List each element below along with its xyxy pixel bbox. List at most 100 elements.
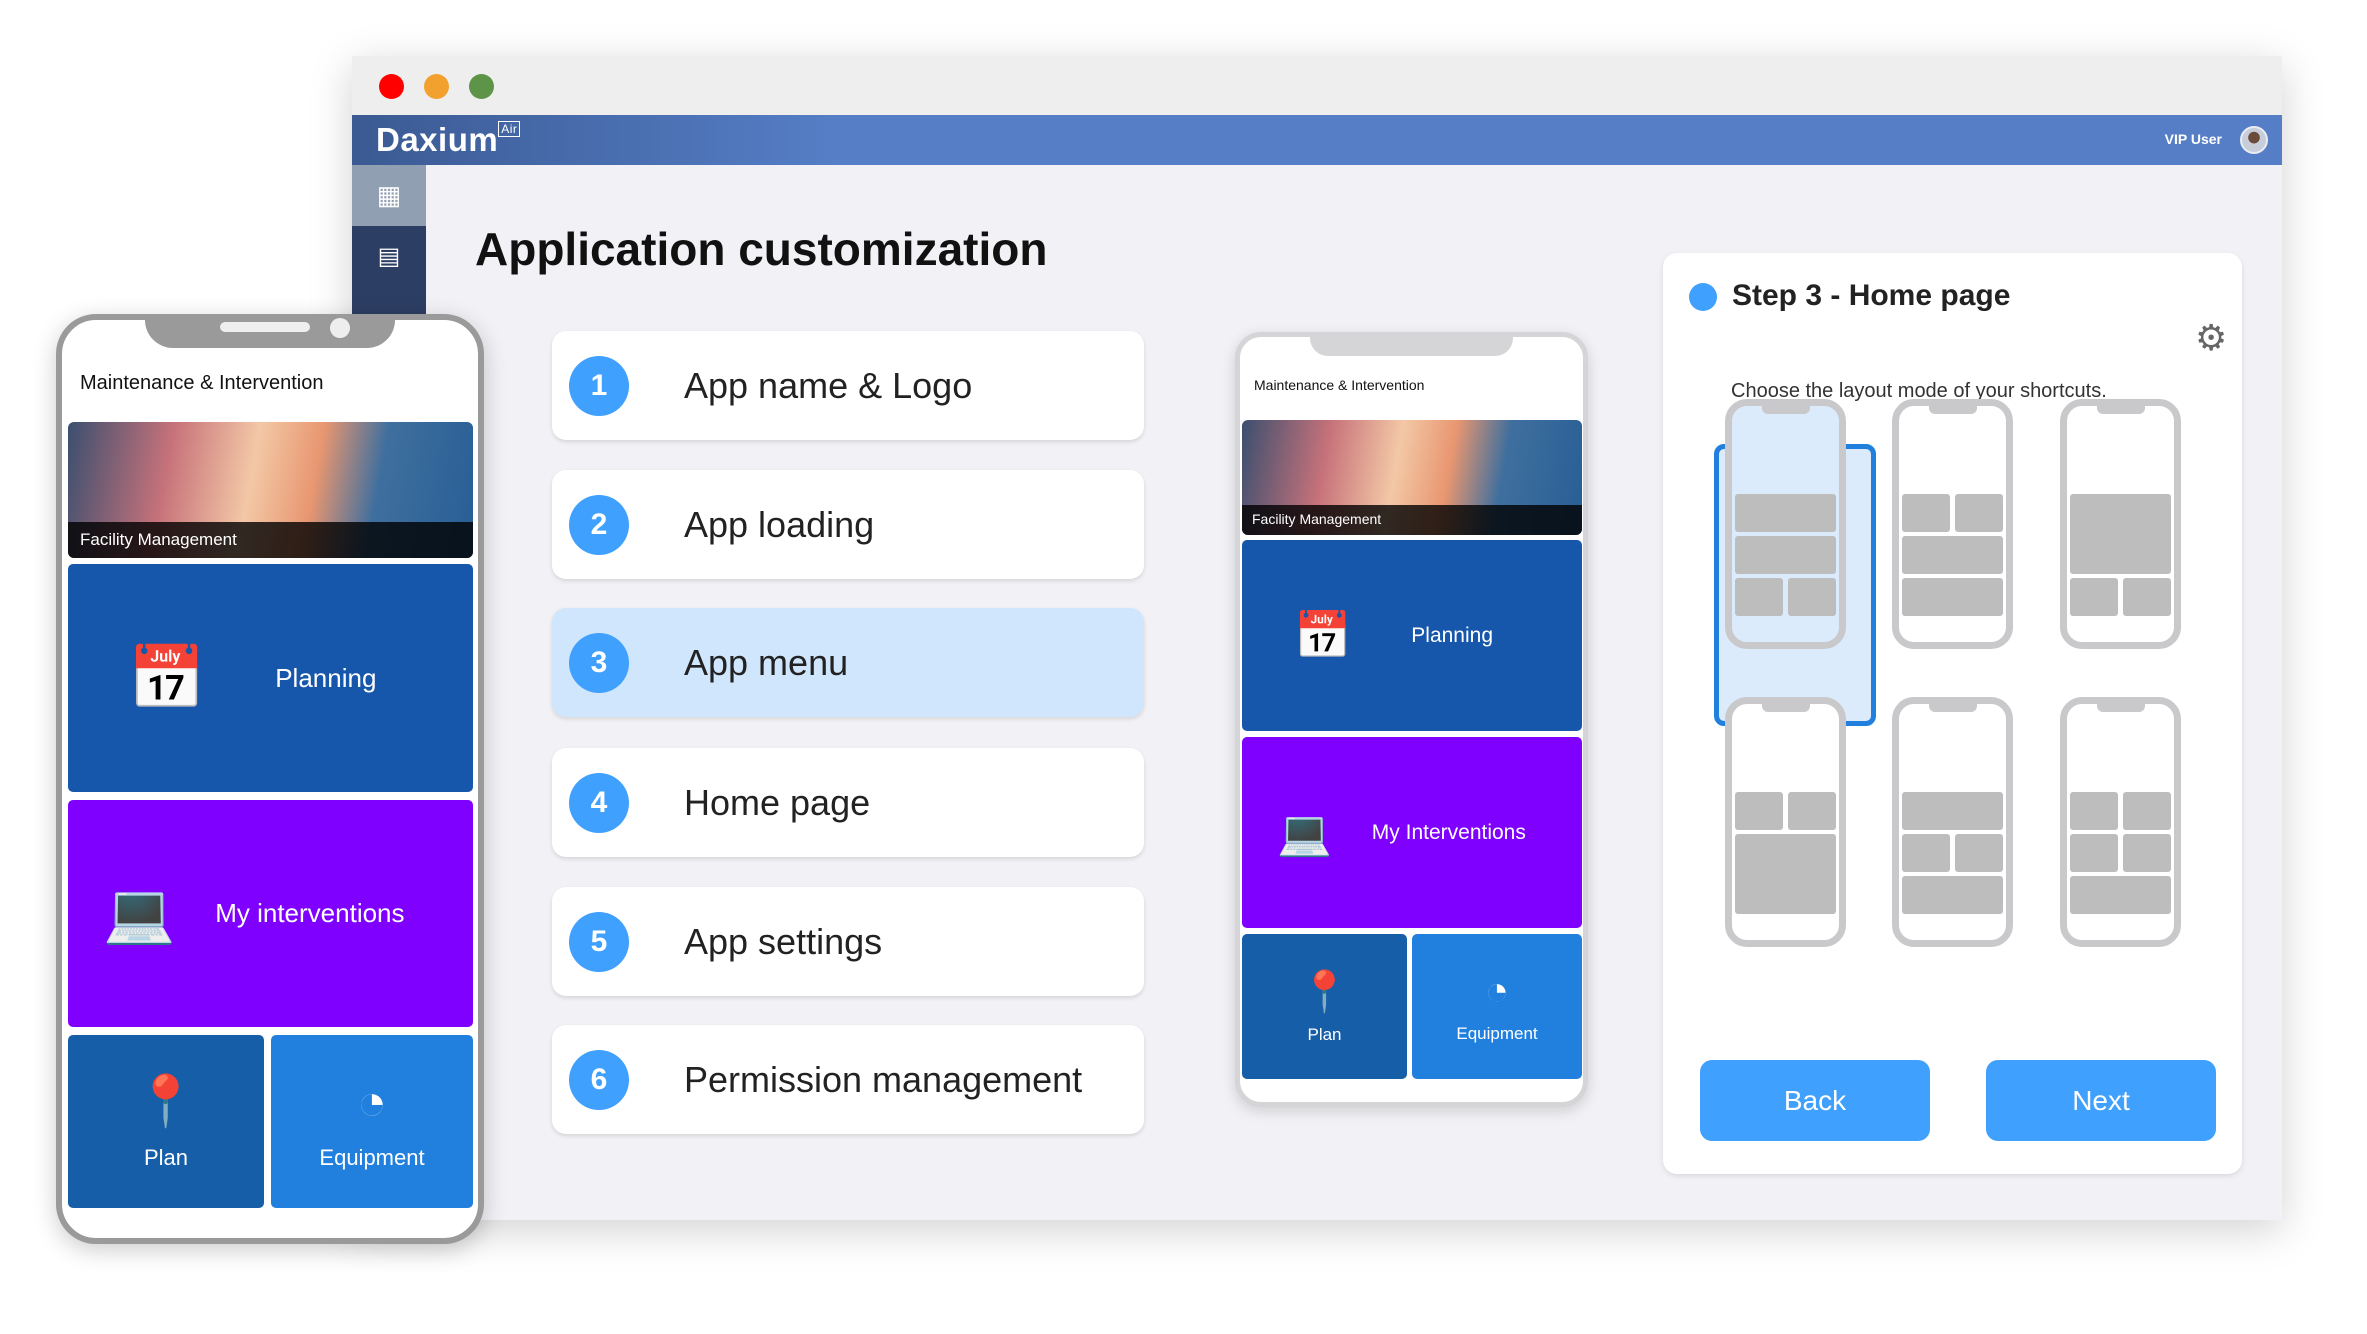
speaker xyxy=(220,322,310,332)
banner-caption: Facility Management xyxy=(68,522,473,558)
laptop-warning-icon: 💻 xyxy=(103,880,176,946)
layout-option-3[interactable] xyxy=(2060,399,2181,649)
panel-title: Step 3 - Home page xyxy=(1732,279,2011,312)
app-header: Daxium Air VIP User xyxy=(352,115,2282,165)
layout-option-4[interactable] xyxy=(1725,697,1846,947)
thumb-notch xyxy=(1762,703,1810,712)
layout-block xyxy=(1902,494,1950,532)
phone-app-title: Maintenance & Intervention xyxy=(80,372,324,394)
gear-icon[interactable]: ⚙ xyxy=(2195,317,2227,359)
back-button[interactable]: Back xyxy=(1700,1060,1930,1141)
phone-preview: Maintenance & Intervention Facility Mana… xyxy=(1235,332,1588,1107)
banner-image: Facility Management xyxy=(1242,420,1582,535)
avatar[interactable] xyxy=(2240,126,2268,154)
layout-block xyxy=(1902,578,2003,616)
step-number: 1 xyxy=(569,355,629,416)
tile-label: Plan xyxy=(1307,1025,1342,1044)
layout-option-1[interactable] xyxy=(1725,399,1846,649)
tile-equipment[interactable]: ◔ Equipment xyxy=(271,1035,473,1208)
tile-plan[interactable]: 📍 Plan xyxy=(1242,934,1407,1079)
layout-block xyxy=(1955,834,2003,872)
step-label: App loading xyxy=(684,503,875,545)
tile-label: Planning xyxy=(275,662,377,693)
tile-equipment[interactable]: ◔ Equipment xyxy=(1412,934,1582,1079)
layout-option-6[interactable] xyxy=(2060,697,2181,947)
step-4[interactable]: 4 Home page xyxy=(552,748,1144,857)
step-label: Home page xyxy=(684,781,871,823)
banner-caption: Facility Management xyxy=(1242,505,1582,535)
phone-notch xyxy=(1310,332,1513,356)
layout-block xyxy=(1735,792,1783,830)
banner-image: Facility Management xyxy=(68,422,473,558)
thumb-notch xyxy=(1929,703,1977,712)
app-window: Daxium Air VIP User ▦ ▤ Application custo… xyxy=(352,56,2282,1220)
step-6[interactable]: 6 Permission management xyxy=(552,1025,1144,1134)
daxium-logo[interactable]: Daxium Air xyxy=(376,121,521,159)
tile-interventions[interactable]: 💻 My interventions xyxy=(68,800,473,1027)
step-label: App menu xyxy=(684,641,849,683)
next-button[interactable]: Next xyxy=(1986,1060,2216,1141)
thumb-notch xyxy=(1762,405,1810,414)
layout-block xyxy=(1788,792,1836,830)
tile-interventions[interactable]: 💻 My Interventions xyxy=(1242,737,1582,928)
close-window-button[interactable] xyxy=(379,74,404,99)
tile-label: Plan xyxy=(143,1145,189,1170)
layout-block xyxy=(1955,494,2003,532)
gauge-icon: ◔ xyxy=(1484,969,1510,1013)
layout-block xyxy=(1735,578,1783,616)
step-label: App name & Logo xyxy=(684,364,973,406)
step-label: Permission management xyxy=(684,1058,1083,1100)
step-5[interactable]: 5 App settings xyxy=(552,887,1144,996)
layout-block xyxy=(2070,876,2171,914)
tile-plan[interactable]: 📍 Plan xyxy=(68,1035,264,1208)
phone-app-title: Maintenance & Intervention xyxy=(1254,377,1425,393)
tile-planning[interactable]: 📅 Planning xyxy=(68,564,473,792)
maximize-window-button[interactable] xyxy=(469,74,494,99)
laptop-warning-icon: 💻 xyxy=(1277,808,1332,858)
step-3[interactable]: 3 App menu xyxy=(552,608,1144,717)
sidebar-item-apps[interactable]: ▦ xyxy=(352,165,426,226)
step-number: 2 xyxy=(569,494,629,555)
layout-block xyxy=(1902,834,1950,872)
layout-block xyxy=(1902,792,2003,830)
minimize-window-button[interactable] xyxy=(424,74,449,99)
tile-label: Planning xyxy=(1411,623,1494,647)
thumb-notch xyxy=(1929,405,1977,414)
step-indicator-dot xyxy=(1689,283,1717,311)
phone-notch xyxy=(145,314,395,348)
sidebar-item-calendar[interactable]: ▤ xyxy=(352,226,426,287)
layout-block xyxy=(1735,494,1836,532)
grid-icon: ▦ xyxy=(376,180,402,210)
layout-option-2[interactable] xyxy=(1892,399,2013,649)
camera xyxy=(330,318,350,338)
user-name[interactable]: VIP User xyxy=(2165,131,2222,147)
logo-sup: Air xyxy=(498,121,521,137)
step-label: App settings xyxy=(684,920,883,962)
step-2[interactable]: 2 App loading xyxy=(552,470,1144,579)
thumb-notch xyxy=(2097,703,2145,712)
step-number: 6 xyxy=(569,1049,629,1110)
layout-block xyxy=(1902,536,2003,574)
step-1[interactable]: 1 App name & Logo xyxy=(552,331,1144,440)
tile-label: My Interventions xyxy=(1371,820,1526,844)
title-bar xyxy=(352,56,2282,115)
layout-block xyxy=(2070,834,2118,872)
tile-planning[interactable]: 📅 Planning xyxy=(1242,540,1582,731)
step-number: 3 xyxy=(569,632,629,693)
tile-label: Equipment xyxy=(1456,1024,1538,1043)
layout-block xyxy=(1735,834,1836,914)
layout-block xyxy=(1788,578,1836,616)
gauge-icon: ◔ xyxy=(356,1073,388,1130)
pin-icon: 📍 xyxy=(134,1073,198,1129)
layout-block xyxy=(2070,792,2118,830)
layout-block xyxy=(2123,834,2171,872)
layout-block xyxy=(1902,876,2003,914)
layout-block xyxy=(2123,792,2171,830)
home-page-layout-panel: Step 3 - Home page Choose the layout mod… xyxy=(1663,253,2242,1174)
layout-block xyxy=(2123,578,2171,616)
tile-label: My interventions xyxy=(215,898,405,928)
layout-option-5[interactable] xyxy=(1892,697,2013,947)
thumb-notch xyxy=(2097,405,2145,414)
pin-icon: 📍 xyxy=(1299,970,1350,1014)
page-title: Application customization xyxy=(475,223,1048,275)
